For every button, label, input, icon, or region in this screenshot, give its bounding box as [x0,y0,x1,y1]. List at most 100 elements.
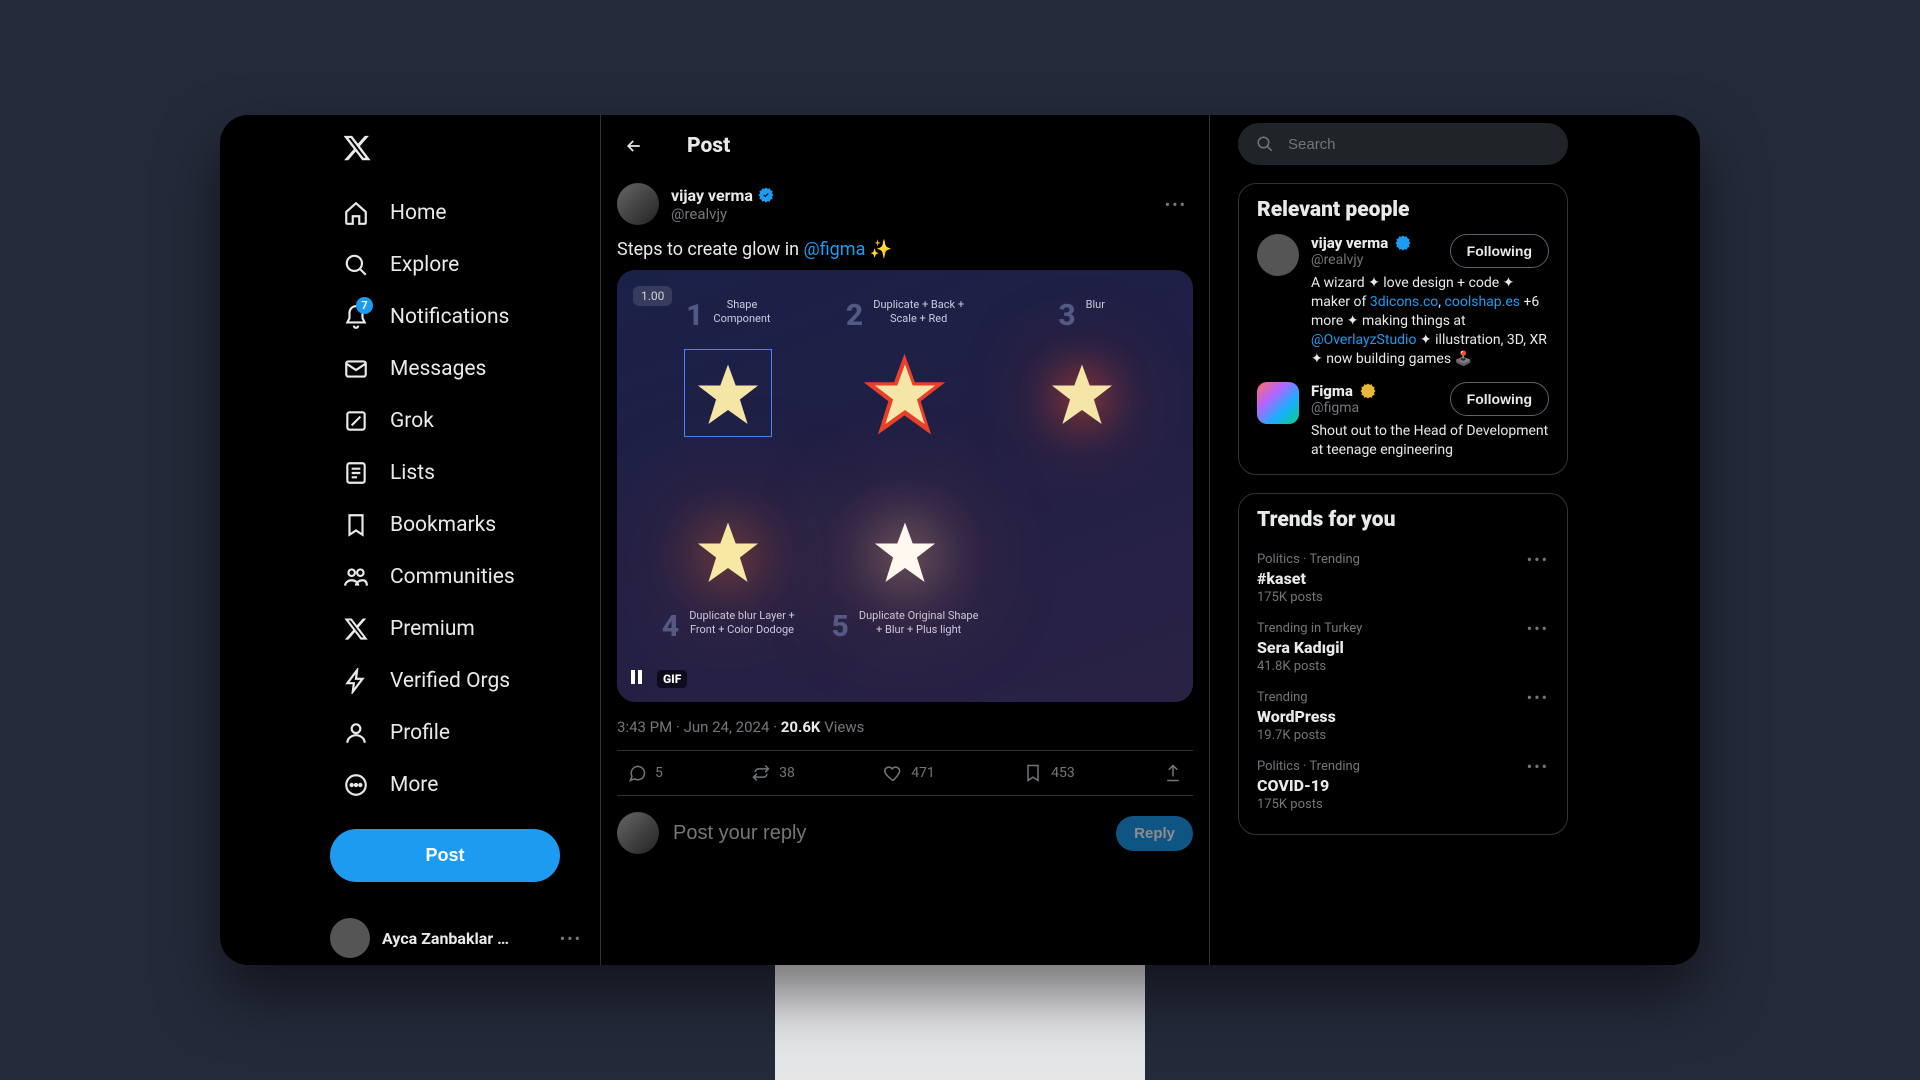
post-actions: 5 38 471 453 [617,751,1193,796]
views-count: 20.6K [781,718,821,736]
trend-menu-button[interactable]: ••• [1527,550,1549,569]
trend-name: Sera Kadıgil [1257,638,1549,657]
author-name: vijay verma [671,186,753,205]
nav-home[interactable]: Home [330,187,582,239]
post-author[interactable]: vijay verma @realvjy ••• [617,183,1193,225]
more-icon [342,771,370,799]
trend-item[interactable]: Trending WordPress 19.7K posts ••• [1257,682,1549,751]
step-label: Blur [1086,298,1105,312]
post-date[interactable]: Jun 24, 2024 [684,718,770,736]
communities-icon [342,563,370,591]
search-input[interactable] [1288,136,1550,153]
nav-label: Home [390,201,447,225]
avatar[interactable] [1257,234,1299,276]
post-menu-button[interactable]: ••• [1159,195,1193,214]
nav-bookmarks[interactable]: Bookmarks [330,499,582,551]
nav-label: Notifications [390,305,509,329]
person-name: vijay verma [1311,234,1388,252]
mail-icon [342,355,370,383]
nav-more[interactable]: More [330,759,582,811]
avatar[interactable] [1257,382,1299,424]
back-button[interactable] [617,129,651,163]
person-bio: A wizard ✦ love design + code ✦ maker of… [1311,274,1549,368]
reply-button[interactable]: Reply [1116,816,1193,851]
person-handle: @figma [1311,400,1377,416]
trend-item[interactable]: Trending in Turkey Sera Kadıgil 41.8K po… [1257,613,1549,682]
search-icon [1256,135,1274,153]
nav-premium[interactable]: Premium [330,603,582,655]
x-logo[interactable] [330,123,582,187]
step-number: 2 [846,298,863,333]
trend-count: 175K posts [1257,797,1549,812]
nav-explore[interactable]: Explore [330,239,582,291]
views-label: Views [820,718,864,736]
bio-link[interactable]: 3dicons.co [1370,294,1438,310]
gif-badge: GIF [657,670,687,688]
trend-count: 41.8K posts [1257,659,1549,674]
mention-link[interactable]: @figma [804,239,866,260]
trend-item[interactable]: Politics · Trending #kaset 175K posts ••… [1257,544,1549,613]
retweet-action[interactable]: 38 [751,763,795,783]
card-heading: Trends for you [1257,508,1549,532]
x-icon [342,615,370,643]
nav-notifications[interactable]: 7 Notifications [330,291,582,343]
trend-category: Trending in Turkey [1257,621,1549,636]
search-box[interactable] [1238,123,1568,165]
post-time[interactable]: 3:43 PM [617,718,672,736]
step-label: Duplicate Original Shape + Blur + Plus l… [859,609,979,637]
nav-label: More [390,773,438,797]
step-number: 1 [686,298,703,333]
person-name: Figma [1311,382,1353,400]
person-item[interactable]: Figma @figma Following Shout out to the … [1257,382,1549,460]
search-icon [342,251,370,279]
pause-icon[interactable] [631,670,649,688]
follow-button[interactable]: Following [1450,234,1549,268]
bookmark-action[interactable]: 453 [1023,763,1075,783]
nav-label: Verified Orgs [390,669,510,693]
nav-grok[interactable]: Grok [330,395,582,447]
trend-name: COVID-19 [1257,776,1549,795]
step-label: Duplicate blur Layer + Front + Color Dod… [689,609,795,637]
reply-input[interactable] [673,822,1102,845]
share-action[interactable] [1163,763,1183,783]
bio-link[interactable]: @OverlayzStudio [1311,332,1416,348]
bookmark-icon [342,511,370,539]
person-item[interactable]: vijay verma @realvjy Following A wizard … [1257,234,1549,368]
nav-messages[interactable]: Messages [330,343,582,395]
trend-menu-button[interactable]: ••• [1527,619,1549,638]
bio-link[interactable]: coolshap.es [1445,294,1520,310]
author-avatar[interactable] [617,183,659,225]
trend-count: 175K posts [1257,590,1549,605]
like-action[interactable]: 471 [883,763,935,783]
profile-icon [342,719,370,747]
trend-name: WordPress [1257,707,1549,726]
trend-category: Trending [1257,690,1549,705]
trend-category: Politics · Trending [1257,759,1549,774]
nav-profile[interactable]: Profile [330,707,582,759]
step-number: 5 [832,609,849,644]
post-media[interactable]: 1.00 1Shape Component 2Duplicate + Back … [617,270,1193,702]
reply-action[interactable]: 5 [627,763,663,783]
nav-communities[interactable]: Communities [330,551,582,603]
nav-label: Communities [390,565,515,589]
gif-controls[interactable]: GIF [631,670,687,688]
relevant-people-card: Relevant people vijay verma @realvjy Fol… [1238,183,1568,475]
trend-count: 19.7K posts [1257,728,1549,743]
verified-org-badge-icon [1359,382,1377,400]
trend-item[interactable]: Politics · Trending COVID-19 175K posts … [1257,751,1549,820]
post-button[interactable]: Post [330,829,560,882]
trend-menu-button[interactable]: ••• [1527,688,1549,707]
post-meta: 3:43 PM · Jun 24, 2024 · 20.6K Views [617,702,1193,751]
nav-lists[interactable]: Lists [330,447,582,499]
trend-name: #kaset [1257,569,1549,588]
page-title: Post [687,134,730,158]
account-switcher[interactable]: Ayca Zanbaklar Seçki ••• [330,908,582,965]
page-header: Post [601,115,1209,177]
more-dots-icon: ••• [560,929,582,948]
follow-button[interactable]: Following [1450,382,1549,416]
nav-label: Messages [390,357,486,381]
home-icon [342,199,370,227]
step-number: 3 [1058,298,1075,333]
nav-verified-orgs[interactable]: Verified Orgs [330,655,582,707]
trend-menu-button[interactable]: ••• [1527,757,1549,776]
